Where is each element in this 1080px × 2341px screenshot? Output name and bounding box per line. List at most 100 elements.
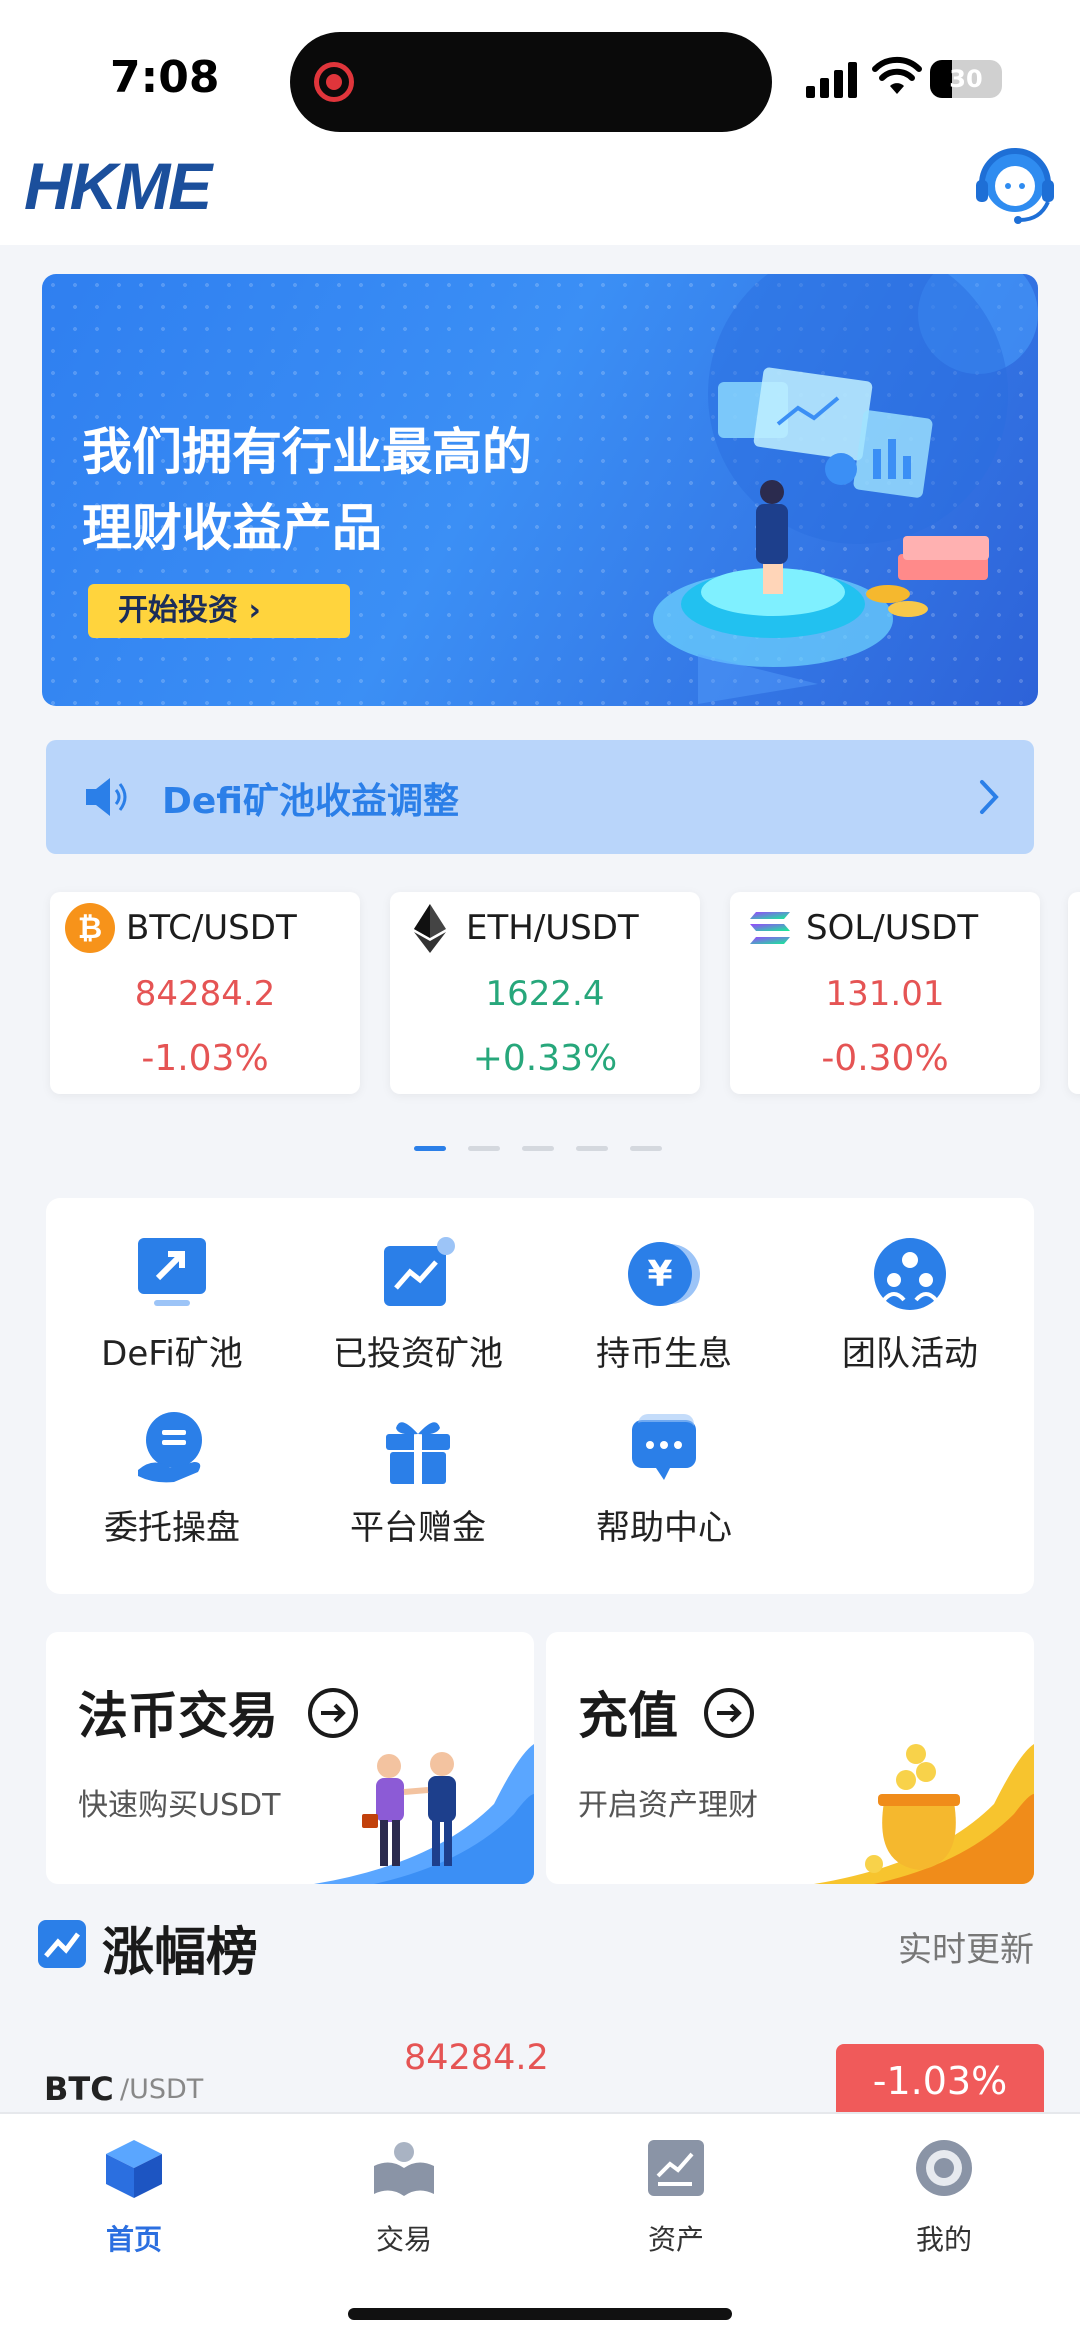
feature-hold-earn[interactable]: ¥ 持币生息 [544,1198,784,1374]
ticker-price: 84284.2 [134,974,276,1014]
app-header: HKME [0,140,1080,245]
tab-profile[interactable]: 我的 [864,2136,1024,2256]
ticker-price: 131.01 [825,974,945,1014]
ethereum-icon [414,904,446,953]
gainers-row[interactable]: BTC /USDT 84284.2 -1.03% [0,2036,1080,2116]
help-chat-icon [632,1414,696,1480]
start-invest-button[interactable]: 开始投资 › [88,584,350,638]
promo-banner[interactable]: 我们拥有行业最高的 理财收益产品 开始投资 › [42,274,1038,706]
ticker-change: -1.03% [141,1038,269,1079]
home-indicator[interactable] [348,2308,732,2320]
tab-label: 交易 [375,2223,432,2256]
home-cube-icon [106,2140,162,2198]
deposit-card[interactable]: 充值 开启资产理财 [546,1632,1034,1884]
ticker-price: 1622.4 [485,974,605,1014]
status-time: 7:08 [110,52,220,103]
entrust-icon [138,1412,202,1483]
ticker-pair: SOL/USDT [806,908,979,948]
page-dot [468,1146,500,1151]
feature-label: 委托操盘 [104,1508,240,1548]
tab-label: 资产 [647,2223,704,2256]
screen-recording-icon [314,62,354,102]
ticker-page-indicator [414,1146,674,1154]
ticker-card-eth[interactable]: ETH/USDT 1622.4 +0.33% [390,892,700,1094]
announcement-bar[interactable]: Defi矿池收益调整 [46,740,1034,854]
cellular-signal-icon [806,62,860,98]
feature-label: 平台赠金 [350,1508,486,1548]
page-dot [414,1146,446,1151]
trend-up-icon [38,1920,86,1968]
gainer-symbol: BTC [44,2070,114,2108]
svg-text:₿: ₿ [78,911,102,946]
banner-title: 我们拥有行业最高的 理财收益产品 [82,414,532,566]
handshake-illustration [314,1744,534,1884]
page-dot [576,1146,608,1151]
ticker-change: -0.30% [821,1038,949,1079]
feature-label: 持币生息 [596,1334,732,1374]
gift-icon [386,1422,450,1484]
feature-label: DeFi矿池 [101,1334,243,1374]
feature-platform-bonus[interactable]: 平台赠金 [298,1372,538,1548]
battery-icon: 30 [930,60,1002,98]
tab-assets[interactable]: 资产 [596,2136,756,2256]
defi-pool-icon [138,1238,206,1306]
banner-title-line2: 理财收益产品 [82,499,382,557]
yen-coin-icon: ¥ [628,1242,700,1306]
battery-level: 30 [949,65,983,93]
banner-illustration [653,274,1038,704]
deposit-title: 充值 [578,1687,678,1745]
feature-team-activity[interactable]: 团队活动 [790,1198,1030,1374]
speaker-icon [86,778,127,816]
deposit-subtitle: 开启资产理财 [578,1788,758,1823]
coin-jar-illustration [814,1744,1034,1884]
realtime-update-label: 实时更新 [898,1930,1034,1970]
ticker-card-next[interactable] [1068,892,1080,1094]
gainers-title: 涨幅榜 [102,1923,259,1983]
feature-defi-pool[interactable]: DeFi矿池 [52,1198,292,1374]
fiat-trade-card[interactable]: 法币交易 快速购买USDT [46,1632,534,1884]
solana-icon [750,912,790,944]
tab-label: 我的 [915,2223,972,2256]
page-dot [630,1146,662,1151]
ticker-card-sol[interactable]: SOL/USDT 131.01 -0.30% [730,892,1040,1094]
arrow-circle-right-icon [704,1688,754,1738]
market-ticker: ₿ BTC/USDT 84284.2 -1.03% ETH/USDT 1622.… [0,892,1080,1098]
tab-trade[interactable]: 交易 [324,2136,484,2256]
ticker-pair: ETH/USDT [466,908,639,948]
wifi-icon [872,56,922,94]
gainer-change-badge: -1.03% [836,2044,1044,2116]
invested-pool-icon [384,1237,455,1306]
feature-label: 团队活动 [842,1334,978,1374]
feature-help-center[interactable]: 帮助中心 [544,1372,784,1548]
profile-coin-icon [916,2140,972,2196]
gainer-quote: /USDT [120,2074,204,2105]
ticker-pair: BTC/USDT [126,908,297,948]
ticker-card-btc[interactable]: ₿ BTC/USDT 84284.2 -1.03% [50,892,360,1094]
hkme-logo: HKME [24,149,212,223]
feature-label: 已投资矿池 [333,1334,503,1374]
team-icon [874,1238,946,1310]
feature-label: 帮助中心 [596,1508,732,1548]
status-bar: 7:08 30 [0,0,1080,150]
tab-label: 首页 [105,2223,162,2256]
feature-invested-pool[interactable]: 已投资矿池 [298,1198,538,1374]
svg-text:¥: ¥ [647,1254,672,1295]
dynamic-island [290,32,772,132]
ticker-change: +0.33% [472,1038,618,1079]
announcement-text: Defi矿池收益调整 [162,781,459,822]
banner-title-line1: 我们拥有行业最高的 [82,423,532,481]
customer-service-icon[interactable] [970,140,1060,230]
tab-home[interactable]: 首页 [54,2136,214,2256]
assets-chart-icon [648,2140,704,2196]
gainers-header: 涨幅榜 实时更新 [0,1906,1080,1986]
bitcoin-icon: ₿ [65,903,115,953]
feature-entrust[interactable]: 委托操盘 [52,1372,292,1548]
fiat-trade-title: 法币交易 [78,1687,278,1745]
trade-book-icon [374,2142,434,2196]
chevron-right-icon [980,780,999,814]
gainer-price: 84284.2 [404,2038,549,2078]
bottom-tab-bar: 首页 交易 资产 我的 [0,2112,1080,2341]
page-dot [522,1146,554,1151]
fiat-trade-subtitle: 快速购买USDT [78,1788,281,1823]
feature-grid: DeFi矿池 已投资矿池 ¥ 持币生息 团队活动 委托操盘 平台赠金 帮助中心 [46,1198,1034,1594]
